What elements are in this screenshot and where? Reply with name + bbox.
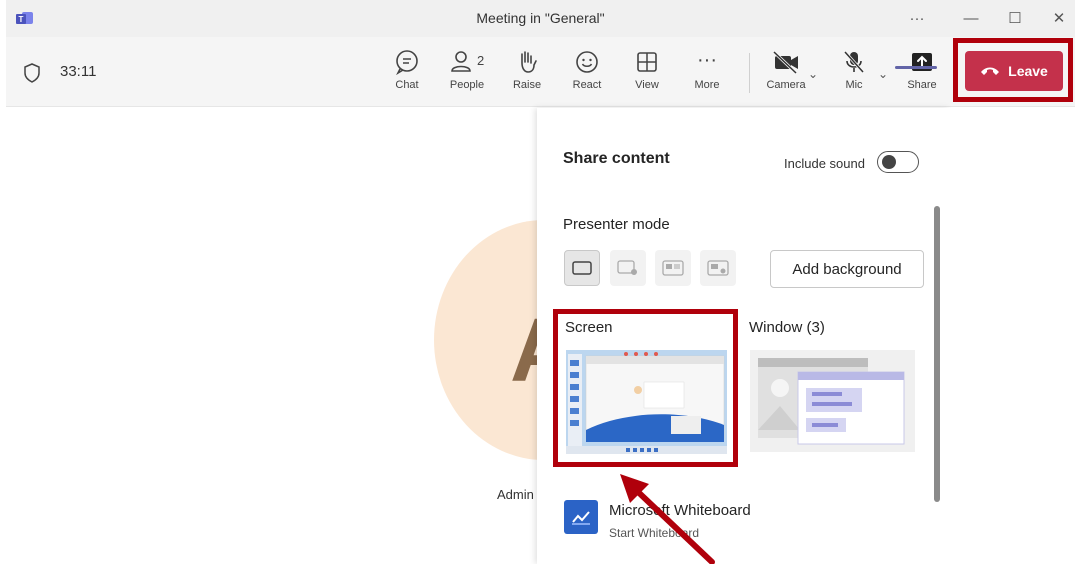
share-panel-scrollbar[interactable] — [934, 206, 940, 502]
meeting-toolbar: 33:11 Chat 2 People Raise React View ···… — [6, 37, 1075, 107]
mic-button[interactable]: Mic — [828, 49, 880, 99]
toggle-knob — [882, 155, 896, 169]
chat-button[interactable]: Chat — [381, 49, 433, 99]
window-section-label: Window (3) — [749, 319, 825, 336]
shield-icon[interactable] — [24, 63, 40, 83]
more-button[interactable]: ··· More — [681, 49, 733, 99]
minimize-button[interactable]: — — [956, 6, 986, 30]
chat-icon — [396, 50, 418, 75]
raise-label: Raise — [512, 79, 542, 91]
more-icon: ··· — [909, 9, 925, 27]
presenter-mode-content-only[interactable] — [564, 250, 600, 286]
more-label: More — [694, 79, 720, 91]
window-share-thumbnail[interactable] — [750, 350, 915, 452]
share-label: Share — [907, 79, 937, 91]
meeting-timer: 33:11 — [60, 63, 97, 80]
raise-hand-icon — [521, 51, 537, 73]
whiteboard-subtitle: Start Whiteboard — [609, 526, 700, 540]
toolbar-divider — [749, 53, 750, 93]
presenter-mode-reporter[interactable] — [700, 250, 736, 286]
participant-name: Admin — [497, 487, 534, 502]
share-icon — [912, 53, 932, 71]
window-more-button[interactable]: ··· — [902, 6, 932, 30]
camera-label: Camera — [766, 79, 806, 91]
leave-label: Leave — [1008, 63, 1048, 79]
maximize-icon: ☐ — [1008, 10, 1022, 27]
people-count: 2 — [477, 53, 485, 68]
camera-button[interactable]: Camera — [760, 49, 812, 99]
react-button[interactable]: React — [561, 49, 613, 99]
hang-up-icon — [981, 67, 1000, 75]
title-bar: T Meeting in "General" ··· — ☐ ✕ — [6, 0, 1075, 37]
right-gutter — [950, 108, 1075, 564]
whiteboard-app-icon[interactable] — [564, 500, 598, 534]
window-preview-illustration — [750, 350, 915, 452]
people-button[interactable]: 2 People — [441, 49, 493, 99]
smiley-icon — [576, 51, 598, 73]
more-dots-icon: ··· — [697, 49, 717, 71]
mic-label: Mic — [845, 79, 863, 91]
leave-button[interactable]: Leave — [965, 51, 1063, 91]
add-background-button[interactable]: Add background — [770, 250, 924, 288]
content-only-icon — [572, 261, 592, 275]
grid-icon — [637, 52, 657, 72]
mic-options-chevron[interactable]: ⌄ — [878, 67, 888, 81]
presenter-mode-standout[interactable] — [610, 250, 646, 286]
minimize-icon: — — [963, 9, 979, 27]
whiteboard-title[interactable]: Microsoft Whiteboard — [609, 502, 751, 519]
whiteboard-icon — [572, 511, 590, 525]
screen-highlight-box — [553, 309, 738, 467]
react-label: React — [572, 79, 602, 91]
view-button[interactable]: View — [621, 49, 673, 99]
close-icon: ✕ — [1052, 10, 1066, 27]
view-label: View — [635, 79, 659, 91]
camera-off-icon — [772, 50, 798, 75]
camera-options-chevron[interactable]: ⌄ — [808, 67, 818, 81]
presenter-mode-label: Presenter mode — [563, 216, 670, 233]
close-button[interactable]: ✕ — [1044, 6, 1074, 30]
standout-icon — [617, 260, 637, 275]
teams-meeting-window: T Meeting in "General" ··· — ☐ ✕ 33:11 C… — [0, 0, 1075, 564]
share-panel-title: Share content — [563, 150, 670, 167]
side-by-side-icon — [662, 260, 684, 276]
share-active-indicator — [895, 66, 937, 69]
chat-label: Chat — [395, 79, 419, 91]
raise-hand-button[interactable]: Raise — [501, 49, 553, 99]
presenter-mode-side-by-side[interactable] — [655, 250, 691, 286]
mic-off-icon — [843, 50, 865, 74]
include-sound-toggle[interactable] — [877, 151, 919, 173]
share-button[interactable]: Share — [896, 49, 948, 99]
people-label: People — [449, 79, 485, 91]
maximize-button[interactable]: ☐ — [1000, 6, 1030, 30]
reporter-icon — [707, 260, 729, 276]
include-sound-label: Include sound — [784, 156, 865, 171]
